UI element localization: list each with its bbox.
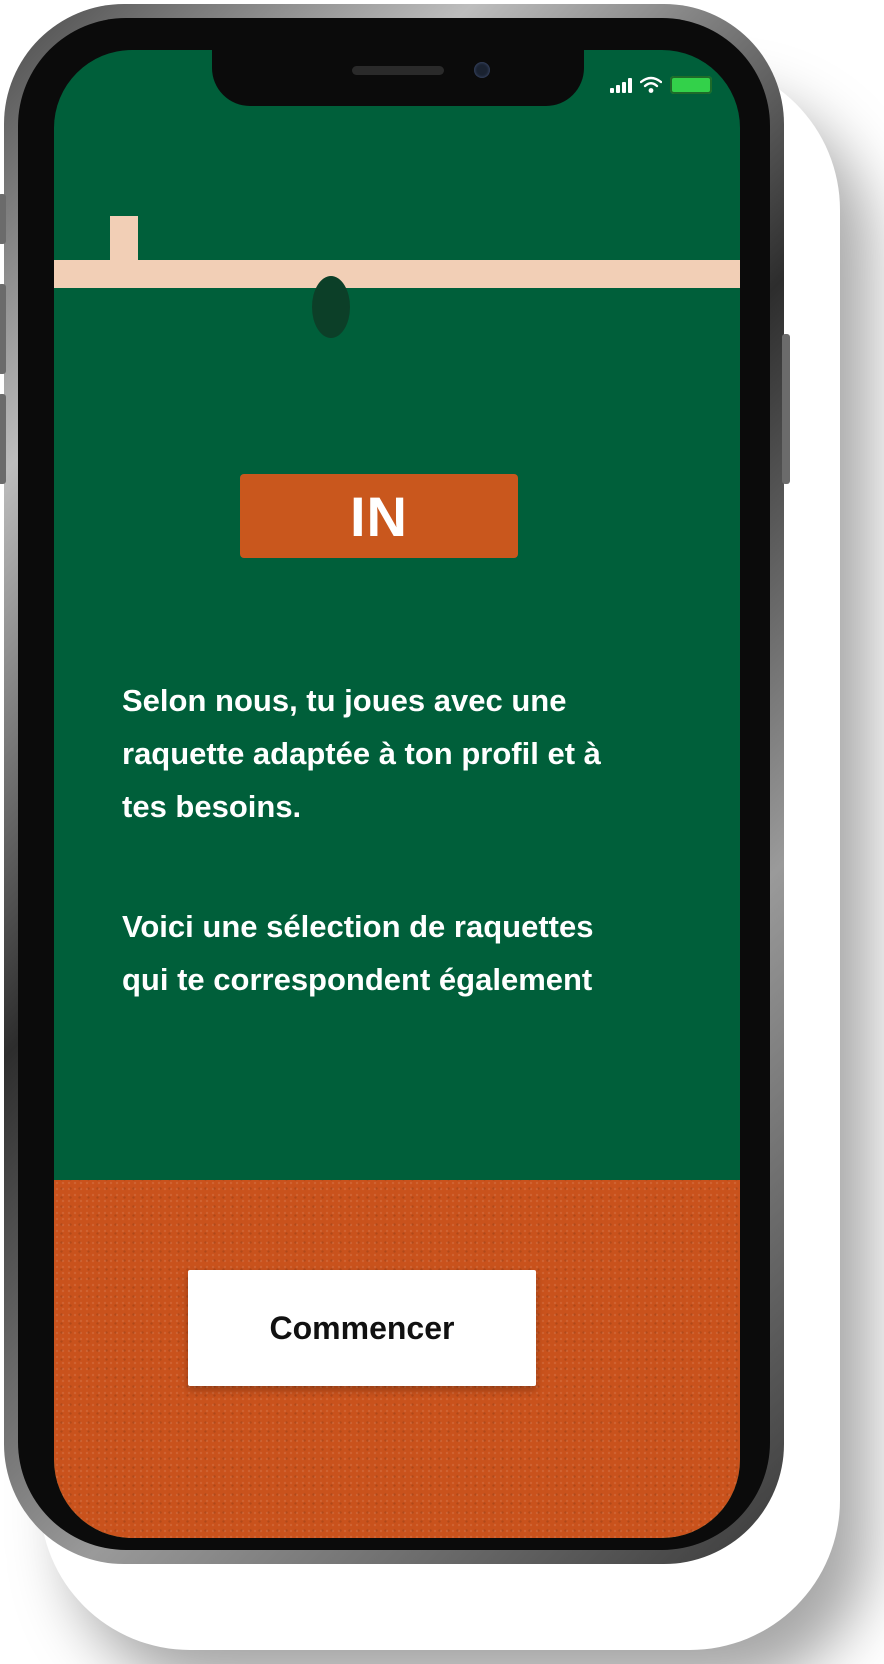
power-button xyxy=(782,334,790,484)
court-baseline xyxy=(54,260,740,288)
volume-down-button xyxy=(0,394,6,484)
result-message: Selon nous, tu joues avec une raquette a… xyxy=(122,683,601,824)
speaker-grille xyxy=(352,66,444,75)
app-screen: IN Selon nous, tu joues avec une raquett… xyxy=(54,50,740,1538)
status-bar xyxy=(610,76,712,94)
selection-message: Voici une sélection de raquettes qui te … xyxy=(122,909,594,997)
court-service-line xyxy=(110,216,138,266)
battery-icon xyxy=(670,76,712,94)
start-button[interactable]: Commencer xyxy=(188,1270,536,1386)
ball-mark xyxy=(312,276,350,338)
cellular-signal-icon xyxy=(610,77,632,93)
phone-frame: IN Selon nous, tu joues avec une raquett… xyxy=(0,4,790,1564)
notch xyxy=(212,50,584,106)
front-camera-icon xyxy=(474,62,490,78)
volume-up-button xyxy=(0,284,6,374)
wifi-icon xyxy=(640,76,662,93)
clay-footer: Commencer xyxy=(54,1180,740,1538)
side-button xyxy=(0,194,6,244)
verdict-badge: IN xyxy=(240,474,518,558)
